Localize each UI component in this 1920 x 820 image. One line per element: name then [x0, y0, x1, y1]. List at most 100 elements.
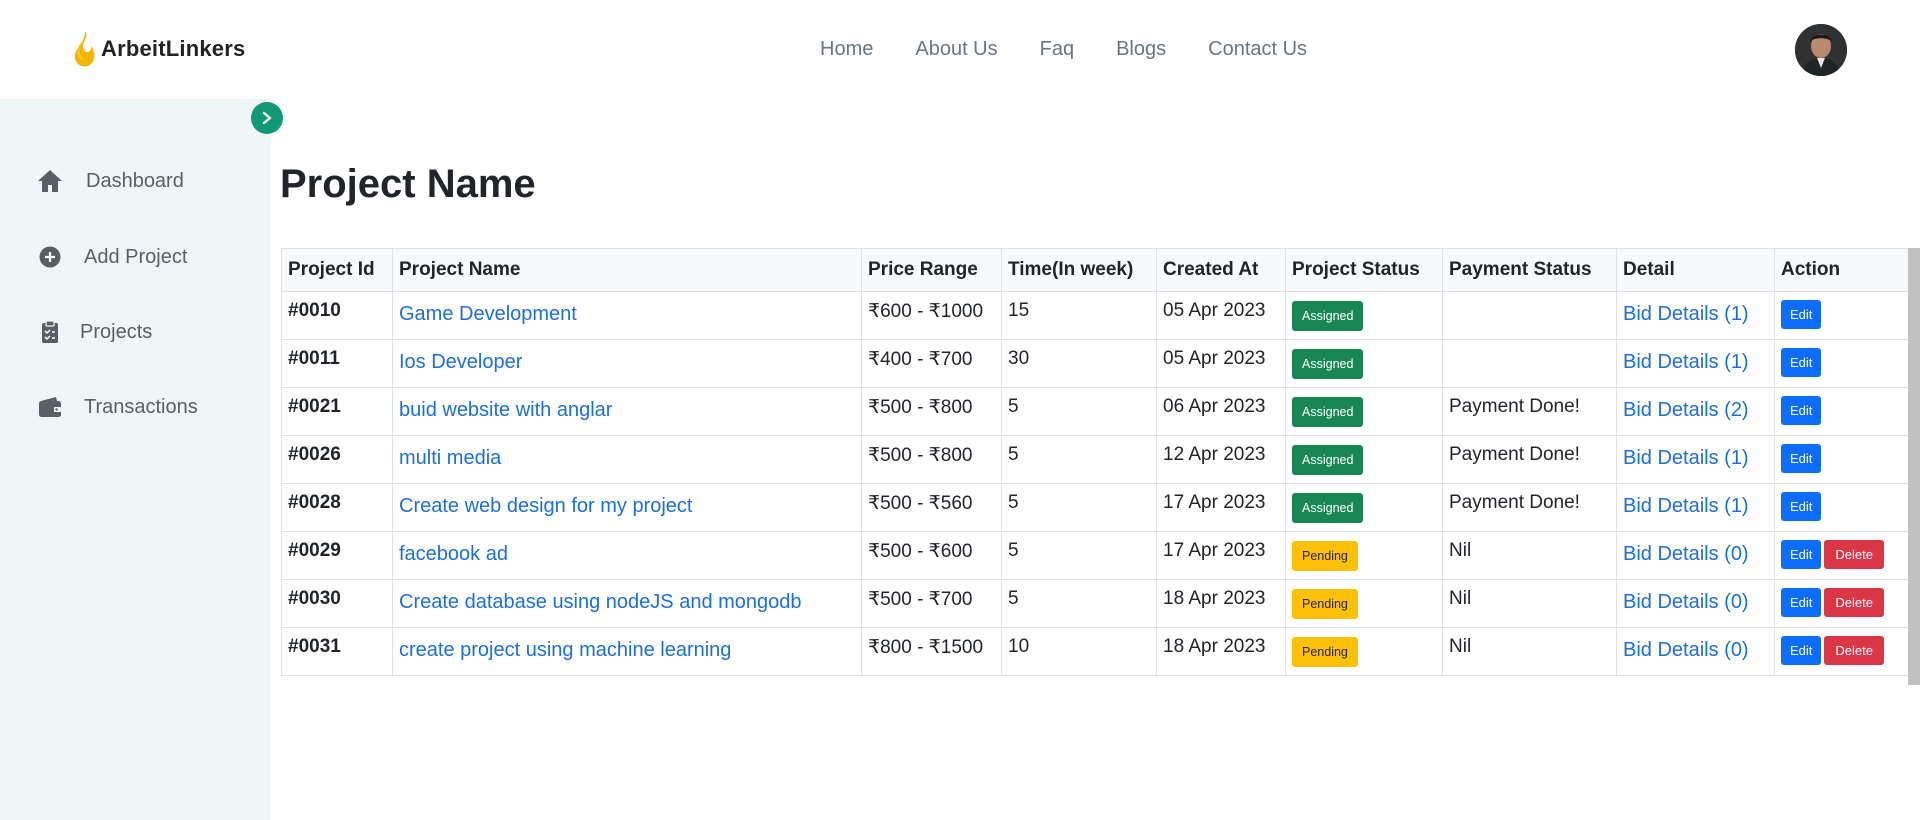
price-range: ₹500 - ₹560: [861, 483, 1002, 532]
column-header: Payment Status: [1442, 248, 1617, 292]
table-row: #0031 create project using machine learn…: [281, 627, 1912, 676]
project-name-link[interactable]: Ios Developer: [399, 351, 522, 374]
price-range: ₹500 - ₹700: [861, 579, 1002, 628]
payment-status: Payment Done!: [1442, 435, 1617, 484]
brand-name: ArbeitLinkers: [101, 36, 246, 61]
price-range: ₹400 - ₹700: [861, 339, 1002, 388]
status-badge: Assigned: [1292, 349, 1364, 379]
table-row: #0026 multi media ₹500 - ₹800 5 12 Apr 2…: [281, 435, 1912, 484]
nav-contact-us[interactable]: Contact Us: [1208, 38, 1307, 61]
nav-about-us[interactable]: About Us: [915, 38, 997, 61]
status-badge: Assigned: [1292, 301, 1364, 331]
project-id: #0029: [281, 531, 393, 580]
sidebar-item-dashboard[interactable]: Dashboard: [36, 167, 184, 195]
created-at: 06 Apr 2023: [1156, 387, 1286, 436]
project-name-link[interactable]: create project using machine learning: [399, 639, 731, 662]
payment-status: Payment Done!: [1442, 483, 1617, 532]
sidebar: [0, 99, 270, 820]
payment-status: Nil: [1442, 627, 1617, 676]
nav-home[interactable]: Home: [820, 38, 873, 61]
sidebar-item-transactions[interactable]: Transactions: [36, 393, 198, 421]
bid-details-link[interactable]: Bid Details (2): [1623, 399, 1749, 422]
price-range: ₹500 - ₹800: [861, 387, 1002, 436]
user-avatar[interactable]: [1795, 24, 1847, 76]
created-at: 05 Apr 2023: [1156, 291, 1286, 340]
edit-button[interactable]: Edit: [1781, 300, 1822, 329]
created-at: 12 Apr 2023: [1156, 435, 1286, 484]
column-header: Project Name: [392, 248, 862, 292]
page-title: Project Name: [280, 162, 536, 206]
time-weeks: 5: [1001, 435, 1157, 484]
sidebar-item-label: Dashboard: [86, 169, 184, 192]
project-name-link[interactable]: Game Development: [399, 303, 577, 326]
time-weeks: 5: [1001, 579, 1157, 628]
delete-button[interactable]: Delete: [1824, 636, 1884, 665]
status-badge: Pending: [1292, 589, 1358, 619]
payment-status: Payment Done!: [1442, 387, 1617, 436]
bid-details-link[interactable]: Bid Details (0): [1623, 591, 1749, 614]
table-scrollbar[interactable]: [1908, 248, 1920, 685]
bid-details-link[interactable]: Bid Details (0): [1623, 543, 1749, 566]
project-id: #0011: [281, 339, 393, 388]
project-name-link[interactable]: buid website with anglar: [399, 399, 612, 422]
sidebar-item-label: Projects: [80, 320, 153, 343]
clipboard-icon: [36, 318, 64, 346]
project-id: #0021: [281, 387, 393, 436]
payment-status: Nil: [1442, 579, 1617, 628]
chevron-right-icon: [262, 111, 272, 125]
time-weeks: 5: [1001, 483, 1157, 532]
edit-button[interactable]: Edit: [1781, 348, 1822, 377]
payment-status: [1442, 291, 1617, 340]
projects-table-container: Project Id Project Name Price Range Time…: [281, 248, 1920, 676]
column-header: Created At: [1156, 248, 1286, 292]
sidebar-item-add-project[interactable]: Add Project: [36, 243, 187, 271]
project-name-link[interactable]: facebook ad: [399, 543, 508, 566]
edit-button[interactable]: Edit: [1781, 636, 1822, 665]
sidebar-toggle-button[interactable]: [251, 102, 283, 134]
sidebar-item-projects[interactable]: Projects: [36, 318, 152, 346]
created-at: 18 Apr 2023: [1156, 627, 1286, 676]
bid-details-link[interactable]: Bid Details (1): [1623, 303, 1749, 326]
project-id: #0031: [281, 627, 393, 676]
bid-details-link[interactable]: Bid Details (1): [1623, 495, 1749, 518]
bid-details-link[interactable]: Bid Details (1): [1623, 351, 1749, 374]
project-name-link[interactable]: Create web design for my project: [399, 495, 692, 518]
projects-table: Project Id Project Name Price Range Time…: [281, 248, 1912, 676]
price-range: ₹500 - ₹800: [861, 435, 1002, 484]
created-at: 17 Apr 2023: [1156, 531, 1286, 580]
table-row: #0028 Create web design for my project ₹…: [281, 483, 1912, 532]
edit-button[interactable]: Edit: [1781, 444, 1822, 473]
nav-blogs[interactable]: Blogs: [1116, 38, 1166, 61]
table-header-row: Project Id Project Name Price Range Time…: [281, 248, 1912, 292]
home-icon: [36, 167, 64, 195]
delete-button[interactable]: Delete: [1824, 540, 1884, 569]
top-header: ArbeitLinkers Home About Us Faq Blogs Co…: [0, 0, 1920, 99]
table-row: #0021 buid website with anglar ₹500 - ₹8…: [281, 387, 1912, 436]
nav-faq[interactable]: Faq: [1040, 38, 1074, 61]
table-row: #0029 facebook ad ₹500 - ₹600 5 17 Apr 2…: [281, 531, 1912, 580]
bid-details-link[interactable]: Bid Details (1): [1623, 447, 1749, 470]
table-row: #0030 Create database using nodeJS and m…: [281, 579, 1912, 628]
table-row: #0011 Ios Developer ₹400 - ₹700 30 05 Ap…: [281, 339, 1912, 388]
created-at: 17 Apr 2023: [1156, 483, 1286, 532]
edit-button[interactable]: Edit: [1781, 540, 1822, 569]
project-name-link[interactable]: Create database using nodeJS and mongodb: [399, 591, 802, 614]
project-name-link[interactable]: multi media: [399, 447, 501, 470]
edit-button[interactable]: Edit: [1781, 492, 1822, 521]
created-at: 05 Apr 2023: [1156, 339, 1286, 388]
payment-status: [1442, 339, 1617, 388]
wallet-icon: [36, 393, 64, 421]
project-id: #0026: [281, 435, 393, 484]
edit-button[interactable]: Edit: [1781, 588, 1822, 617]
edit-button[interactable]: Edit: [1781, 396, 1822, 425]
project-id: #0028: [281, 483, 393, 532]
time-weeks: 10: [1001, 627, 1157, 676]
status-badge: Assigned: [1292, 397, 1364, 427]
avatar-image: [1795, 24, 1847, 76]
column-header: Project Status: [1285, 248, 1443, 292]
brand-logo[interactable]: ArbeitLinkers: [72, 30, 245, 68]
delete-button[interactable]: Delete: [1824, 588, 1884, 617]
plus-circle-icon: [36, 243, 64, 271]
bid-details-link[interactable]: Bid Details (0): [1623, 639, 1749, 662]
column-header: Price Range: [861, 248, 1002, 292]
